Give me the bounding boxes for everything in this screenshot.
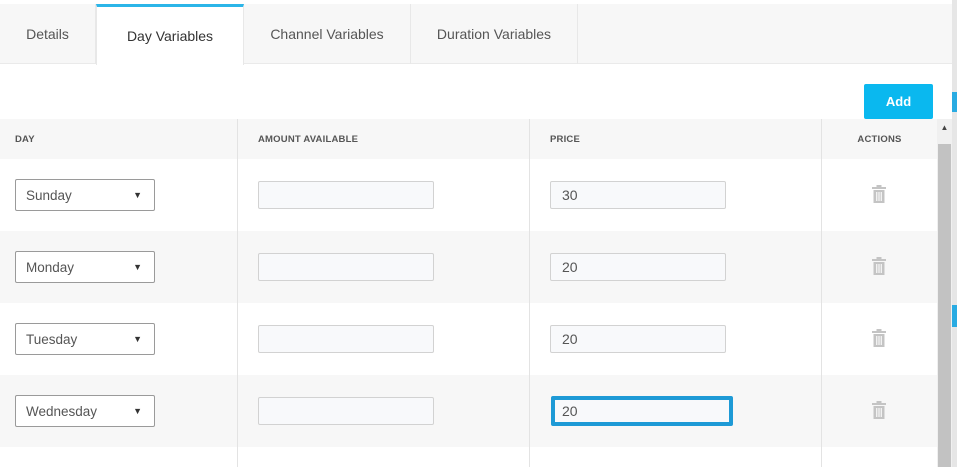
background-page-edge bbox=[952, 0, 957, 467]
tab-day-variables[interactable]: Day Variables bbox=[96, 4, 244, 65]
price-input[interactable]: 30 bbox=[550, 181, 726, 209]
tab-channel-variables[interactable]: Channel Variables bbox=[244, 4, 411, 64]
amount-available-input[interactable] bbox=[258, 181, 434, 209]
column-header-price: PRICE bbox=[550, 133, 581, 145]
column-header-amount-available: AMOUNT AVAILABLE bbox=[258, 133, 359, 145]
column-header-actions: ACTIONS bbox=[857, 133, 902, 145]
day-select[interactable]: Sunday ▼ bbox=[15, 179, 155, 211]
amount-available-input[interactable] bbox=[258, 397, 434, 425]
scroll-up-arrow-icon[interactable]: ▲ bbox=[937, 122, 952, 134]
table-scrollbar[interactable]: ▲ bbox=[937, 119, 952, 467]
day-variables-table: DAY AMOUNT AVAILABLE PRICE ACTIONS Sunda… bbox=[0, 119, 937, 467]
background-accent bbox=[952, 92, 957, 112]
day-select-value: Sunday bbox=[26, 187, 72, 203]
price-input[interactable]: 20 bbox=[550, 325, 726, 353]
column-divider bbox=[529, 119, 530, 467]
add-button[interactable]: Add bbox=[864, 84, 933, 119]
day-select[interactable]: Monday ▼ bbox=[15, 251, 155, 283]
day-select[interactable]: Tuesday ▼ bbox=[15, 323, 155, 355]
price-input[interactable]: 20 bbox=[551, 396, 733, 426]
day-select[interactable]: Wednesday ▼ bbox=[15, 395, 155, 427]
column-header-day: DAY bbox=[15, 133, 35, 145]
column-divider bbox=[821, 119, 822, 467]
day-select-value: Tuesday bbox=[26, 331, 78, 347]
tab-duration-variables[interactable]: Duration Variables bbox=[411, 4, 578, 64]
trash-icon[interactable] bbox=[871, 185, 887, 203]
tab-bar: Details Day Variables Channel Variables … bbox=[0, 4, 952, 65]
trash-icon[interactable] bbox=[871, 257, 887, 275]
price-input[interactable]: 20 bbox=[550, 253, 726, 281]
chevron-down-icon: ▼ bbox=[133, 406, 142, 416]
table-header: DAY AMOUNT AVAILABLE PRICE ACTIONS bbox=[0, 119, 937, 159]
table-row: Tuesday ▼ 20 bbox=[0, 303, 937, 375]
scrollbar-thumb[interactable] bbox=[938, 144, 951, 467]
chevron-down-icon: ▼ bbox=[133, 334, 142, 344]
table-row: Wednesday ▼ 20 bbox=[0, 375, 937, 447]
trash-icon[interactable] bbox=[871, 329, 887, 347]
day-select-value: Monday bbox=[26, 259, 75, 275]
chevron-down-icon: ▼ bbox=[133, 262, 142, 272]
chevron-down-icon: ▼ bbox=[133, 190, 142, 200]
amount-available-input[interactable] bbox=[258, 325, 434, 353]
table-row: Monday ▼ 20 bbox=[0, 231, 937, 303]
day-variables-dialog: Details Day Variables Channel Variables … bbox=[0, 0, 952, 467]
day-select-value: Wednesday bbox=[26, 403, 98, 419]
background-accent bbox=[952, 305, 957, 327]
amount-available-input[interactable] bbox=[258, 253, 434, 281]
column-divider bbox=[237, 119, 238, 467]
table-row: Sunday ▼ 30 bbox=[0, 159, 937, 231]
trash-icon[interactable] bbox=[871, 401, 887, 419]
tab-details[interactable]: Details bbox=[0, 4, 96, 64]
